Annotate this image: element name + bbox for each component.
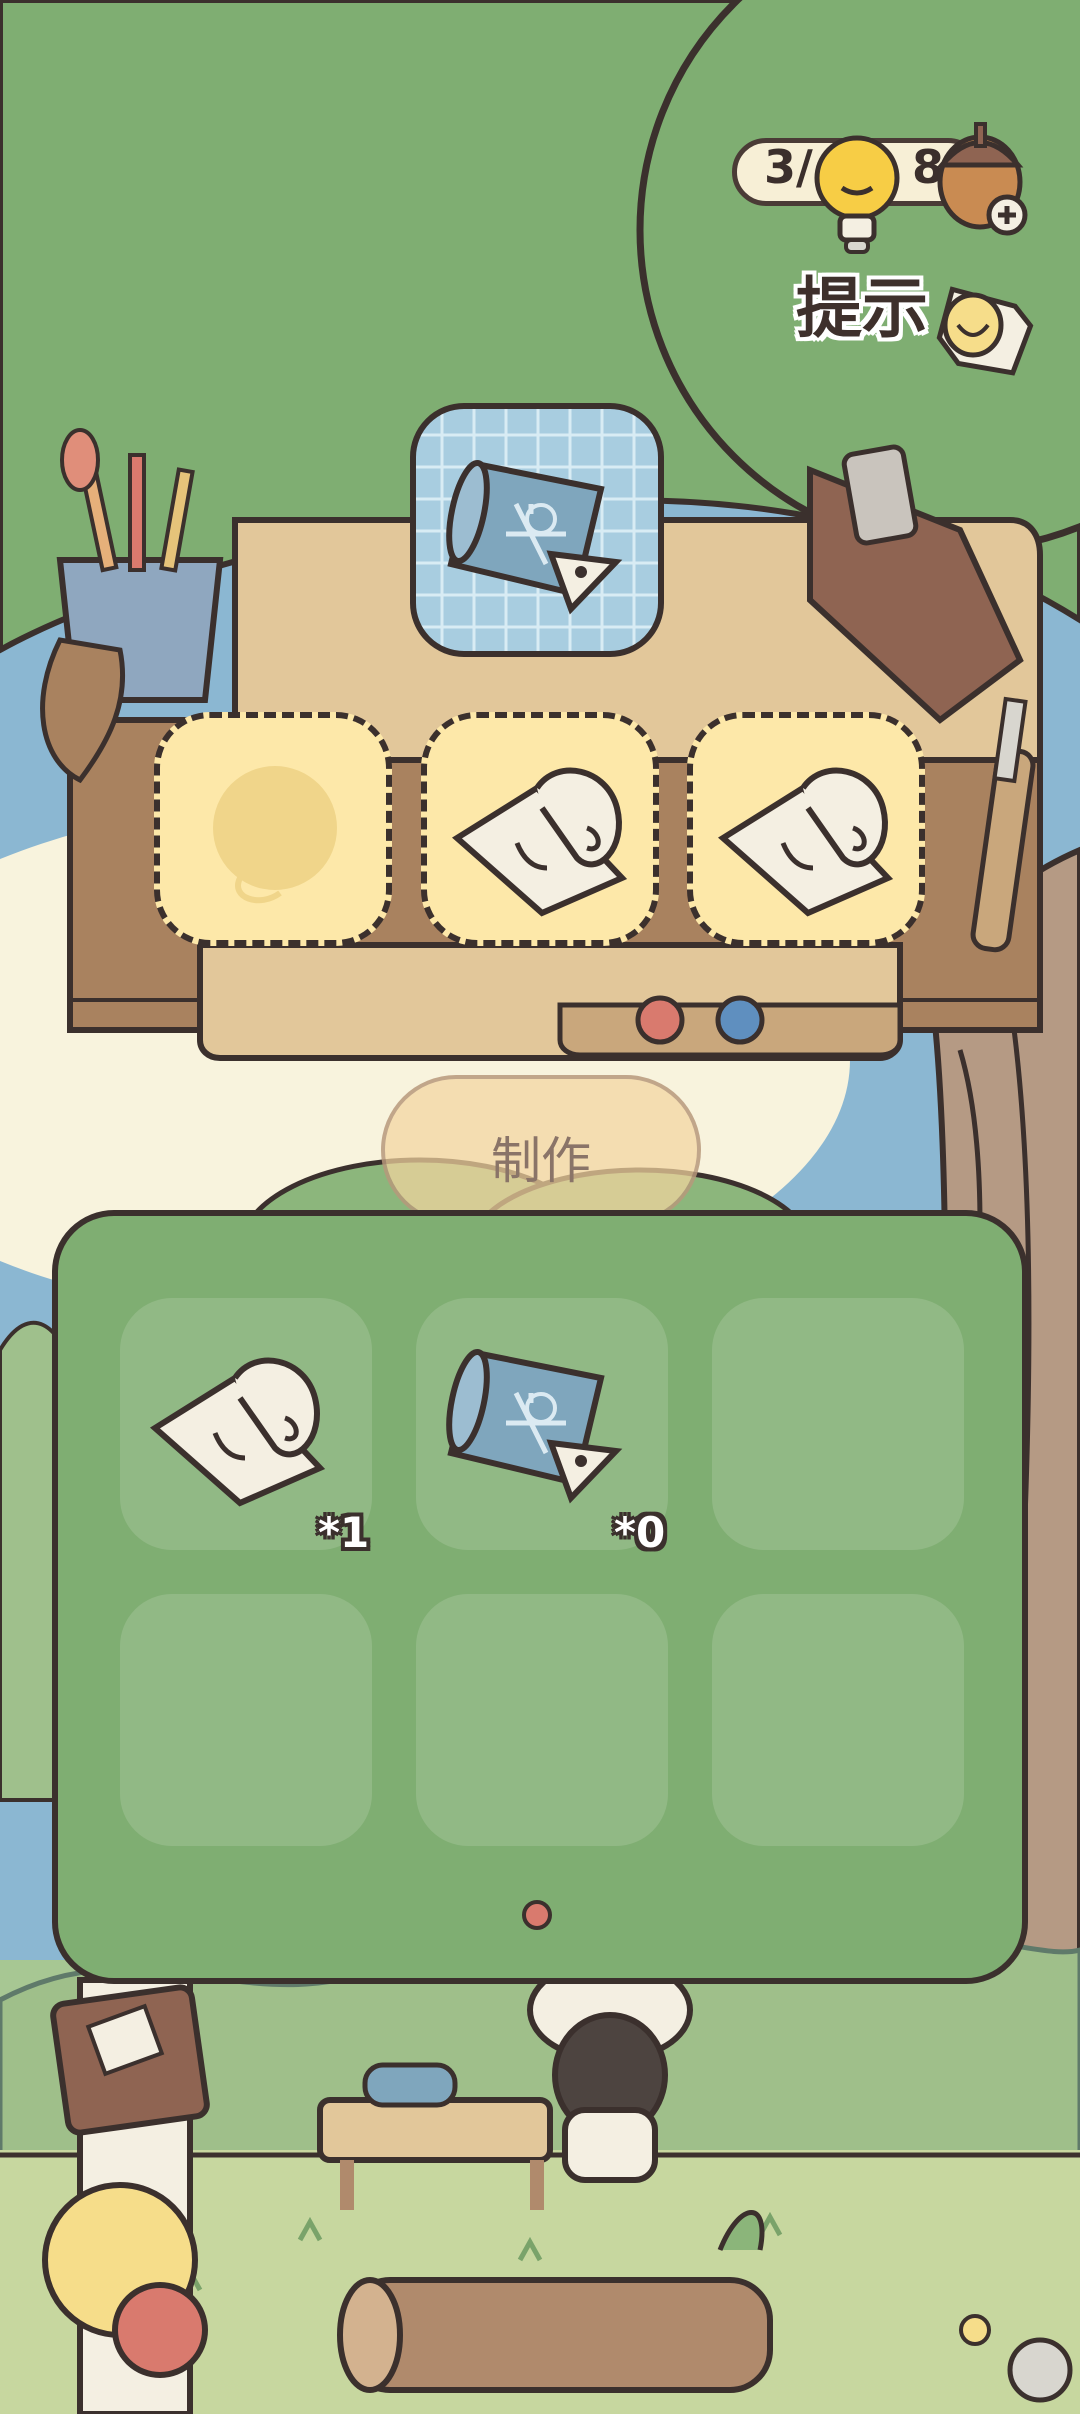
craft-slot-3[interactable]	[687, 712, 925, 946]
hint-counter[interactable]: 3/ 8	[732, 122, 1028, 254]
inventory-slot-3[interactable]	[712, 1298, 964, 1550]
pointing-hand-icon[interactable]	[928, 270, 1048, 390]
make-button-label: 制作	[491, 1132, 591, 1190]
inventory-slot-4[interactable]	[120, 1594, 372, 1846]
inventory-slot-6[interactable]	[712, 1594, 964, 1846]
item-quantity: *1	[318, 1508, 370, 1557]
make-button[interactable]: 制作	[381, 1075, 701, 1225]
acorn-add-icon[interactable]	[932, 110, 1028, 240]
craft-slot-1[interactable]	[154, 712, 392, 946]
lightbulb-icon	[814, 135, 900, 254]
paper-scroll-icon	[149, 1357, 326, 1507]
page-indicator-dot[interactable]	[522, 1900, 552, 1930]
recipe-target-slot[interactable]	[410, 403, 664, 657]
yarn-ball-icon	[213, 766, 337, 904]
paper-scroll-icon	[717, 767, 894, 917]
item-quantity: *0	[614, 1508, 666, 1557]
blueprint-scroll-icon	[446, 459, 623, 615]
inventory-panel: *1 *0	[52, 1210, 1028, 1984]
inventory-slot-1[interactable]: *1	[120, 1298, 372, 1557]
paper-scroll-icon	[451, 767, 628, 917]
inventory-slot-5[interactable]	[416, 1594, 668, 1846]
hint-label[interactable]: 提示	[796, 255, 928, 351]
blueprint-scroll-icon	[446, 1348, 623, 1504]
hint-count-used: 3/	[764, 140, 813, 194]
inventory-slot-2[interactable]: *0	[416, 1298, 668, 1557]
craft-slot-2[interactable]	[421, 712, 659, 946]
